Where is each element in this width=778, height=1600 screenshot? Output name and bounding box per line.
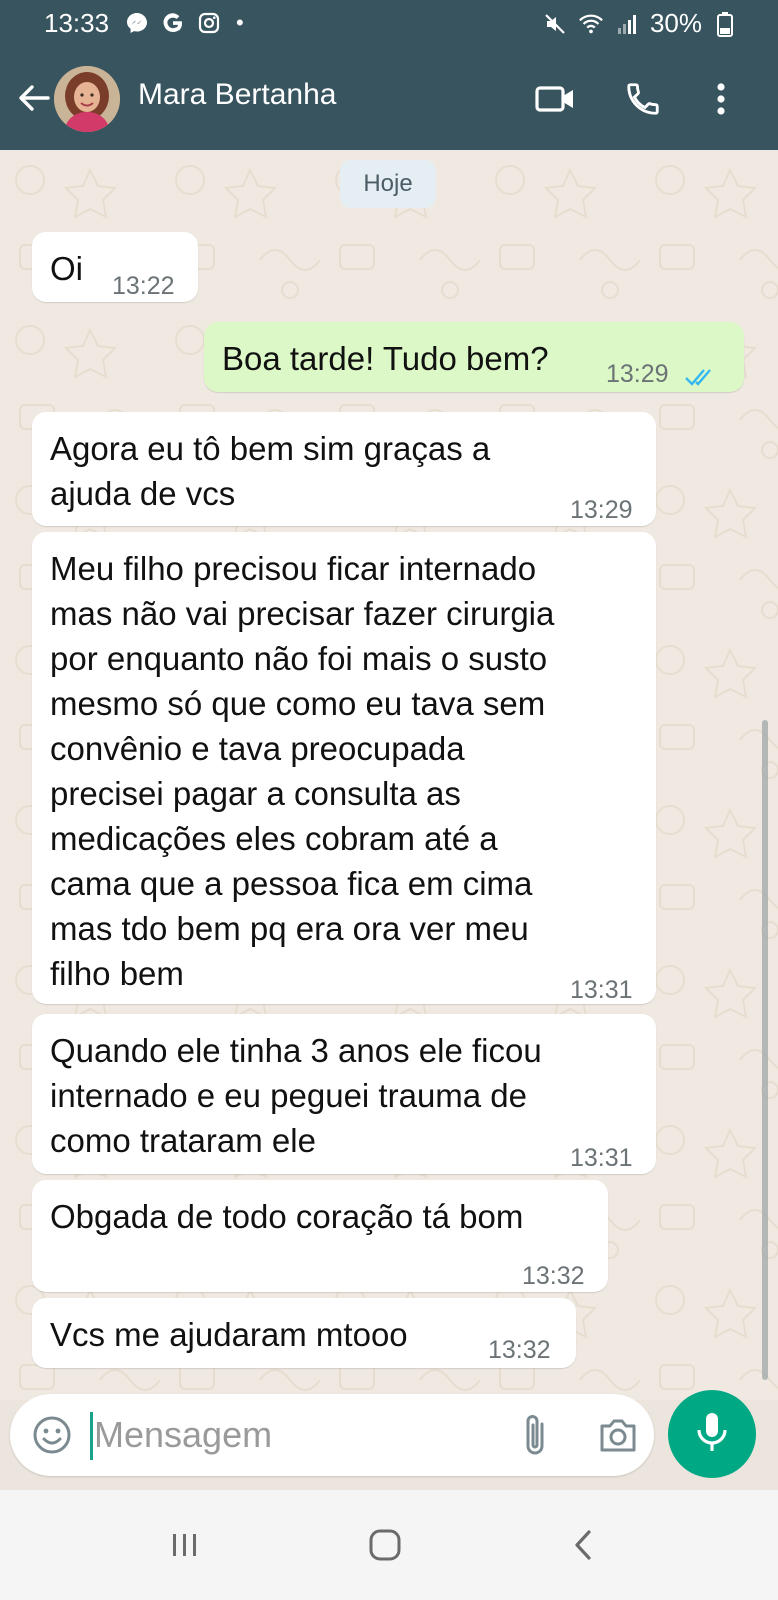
- incoming-message[interactable]: Vcs me ajudaram mtooo 13:32: [32, 1298, 576, 1368]
- incoming-message[interactable]: Meu filho precisou ficar internado mas n…: [32, 532, 656, 1004]
- video-call-icon[interactable]: [534, 78, 576, 120]
- voice-call-icon[interactable]: [622, 78, 664, 120]
- status-right: 30%: [542, 8, 738, 39]
- status-bar: 13:33 • 30%: [0, 0, 778, 48]
- attach-icon[interactable]: [518, 1412, 552, 1458]
- incoming-message[interactable]: Obgada de todo coração tá bom 13:32: [32, 1180, 608, 1292]
- message-text: Obgada de todo coração tá bom: [50, 1198, 524, 1235]
- camera-icon[interactable]: [598, 1416, 638, 1454]
- message-time: 13:32: [522, 1262, 585, 1290]
- message-text: Agora eu tô bem sim graças a ajuda de vc…: [50, 430, 491, 512]
- contact-avatar[interactable]: [54, 66, 120, 132]
- message-time: 13:29: [606, 360, 669, 388]
- message-text: Meu filho precisou ficar internado mas n…: [50, 550, 555, 992]
- message-time: 13:31: [570, 1144, 633, 1172]
- read-receipt-icon: [684, 354, 716, 399]
- home-icon[interactable]: [362, 1522, 408, 1568]
- battery-percentage: 30%: [649, 8, 702, 38]
- recent-apps-icon[interactable]: [162, 1522, 208, 1568]
- chat-area[interactable]: Hoje Oi 13:22 Boa tarde! Tudo bem? 13:29…: [0, 150, 778, 1400]
- incoming-message[interactable]: Quando ele tinha 3 anos ele ficou intern…: [32, 1014, 656, 1174]
- message-text: Boa tarde! Tudo bem?: [222, 340, 549, 377]
- microphone-icon: [694, 1410, 730, 1459]
- incoming-message[interactable]: Oi 13:22: [32, 232, 198, 302]
- message-text: Vcs me ajudaram mtooo: [50, 1316, 408, 1353]
- text-cursor: [90, 1412, 93, 1460]
- google-icon: [160, 10, 186, 36]
- chat-scrollbar[interactable]: [762, 720, 768, 1380]
- status-dot: •: [236, 10, 244, 35]
- voice-message-button[interactable]: [668, 1390, 756, 1478]
- battery-icon: [712, 11, 738, 37]
- message-text: Quando ele tinha 3 anos ele ficou intern…: [50, 1032, 542, 1159]
- emoji-icon[interactable]: [32, 1415, 72, 1455]
- message-composer[interactable]: Mensagem: [10, 1394, 654, 1476]
- message-time: 13:31: [570, 976, 633, 1004]
- message-input[interactable]: Mensagem: [94, 1414, 272, 1456]
- instagram-icon: [196, 10, 222, 36]
- back-arrow-icon[interactable]: [14, 78, 54, 118]
- messenger-icon: [124, 10, 150, 36]
- status-time: 13:33: [44, 8, 110, 38]
- date-separator: Hoje: [340, 160, 436, 208]
- chat-header: Mara Bertanha: [0, 48, 778, 150]
- mute-icon: [542, 11, 568, 37]
- message-text: Oi: [50, 250, 83, 287]
- system-nav-bar: [0, 1490, 778, 1600]
- message-time: 13:29: [570, 496, 633, 524]
- more-options-icon[interactable]: [700, 78, 742, 120]
- contact-name[interactable]: Mara Bertanha: [138, 78, 336, 112]
- message-time: 13:22: [112, 272, 175, 300]
- message-time: 13:32: [488, 1336, 551, 1364]
- outgoing-message[interactable]: Boa tarde! Tudo bem? 13:29: [204, 322, 744, 392]
- wifi-icon: [578, 11, 604, 37]
- signal-icon: [614, 11, 640, 37]
- nav-back-icon[interactable]: [560, 1522, 606, 1568]
- notification-icons: •: [124, 10, 244, 36]
- incoming-message[interactable]: Agora eu tô bem sim graças a ajuda de vc…: [32, 412, 656, 526]
